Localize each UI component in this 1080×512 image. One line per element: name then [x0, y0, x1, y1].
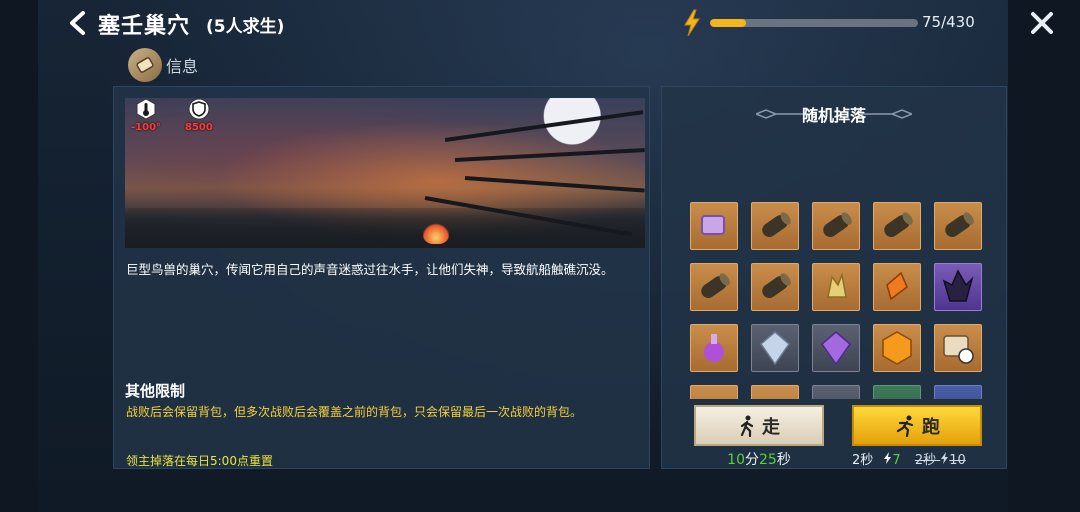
drop-item[interactable] — [751, 324, 799, 372]
item-icon — [936, 387, 980, 399]
amber-gem-icon — [882, 331, 912, 365]
wood-log-icon — [823, 212, 852, 238]
drop-item[interactable] — [873, 385, 921, 399]
drop-item[interactable] — [812, 324, 860, 372]
campfire — [423, 222, 449, 244]
chevron-left-icon — [70, 11, 85, 35]
drops-grid — [690, 202, 990, 399]
walk-label: 走 — [762, 416, 780, 438]
run-cost: 7 — [883, 452, 904, 468]
walk-minutes-unit: 分 — [745, 452, 759, 468]
walk-button[interactable]: 走 — [694, 405, 824, 446]
lightning-small-icon — [941, 452, 949, 464]
drop-item[interactable] — [812, 263, 860, 311]
run-old-cost: 2秒 10 — [914, 452, 966, 468]
drop-item[interactable] — [873, 202, 921, 250]
wood-log-icon — [762, 273, 791, 299]
drop-item[interactable] — [690, 385, 738, 399]
info-tab-label: 信息 — [166, 57, 199, 76]
silver-gem-icon — [759, 331, 791, 366]
drop-item[interactable] — [934, 263, 982, 311]
defense-value: 8500 — [185, 122, 213, 133]
drop-item[interactable] — [934, 385, 982, 399]
temperature-value: -100° — [131, 122, 162, 133]
shield-icon — [188, 98, 210, 120]
walking-icon — [740, 415, 754, 437]
running-icon — [896, 415, 914, 437]
dungeon-description: 巨型鸟兽的巢穴，传闻它用自己的声音迷惑过往水手，让他们失神，导致航船触礁沉没。 — [126, 262, 614, 277]
info-tab[interactable]: 信息 — [128, 48, 198, 82]
item-icon — [753, 387, 797, 399]
scene-ground — [125, 208, 645, 248]
dark-crystal-icon — [942, 269, 974, 302]
ornament-right-icon — [860, 109, 912, 119]
drop-item[interactable] — [873, 324, 921, 372]
item-icon — [692, 387, 736, 399]
scene-spike — [444, 110, 644, 142]
back-button[interactable] — [66, 10, 90, 36]
top-bar: 塞壬巢穴 (5人求生) 75/430 — [38, 0, 1053, 46]
page-subtitle: (5人求生) — [206, 17, 285, 37]
item-icon — [875, 387, 919, 399]
temperature-stat: -100° — [131, 98, 161, 133]
thermometer-icon — [136, 98, 156, 120]
drop-item[interactable] — [934, 324, 982, 372]
scene-spike — [454, 148, 645, 162]
run-label: 跑 — [922, 416, 940, 438]
wood-log-icon — [945, 212, 974, 238]
drop-item[interactable] — [934, 202, 982, 250]
drop-item[interactable] — [690, 324, 738, 372]
scroll-clock-icon — [943, 335, 974, 364]
drop-item[interactable] — [812, 202, 860, 250]
close-icon — [1031, 12, 1053, 34]
run-cost-value: 7 — [892, 453, 901, 468]
limits-title: 其他限制 — [125, 382, 186, 400]
page-title: 塞壬巢穴 — [98, 14, 191, 39]
drop-item[interactable] — [873, 263, 921, 311]
run-old-duration: 2秒 — [914, 453, 937, 468]
drop-item[interactable] — [751, 202, 799, 250]
amber-shard-icon — [886, 271, 908, 301]
drop-item[interactable] — [690, 202, 738, 250]
limits-text: 战败后会保留背包，但多次战败后会覆盖之前的背包，只会保留最后一次战败的背包。 — [126, 405, 583, 419]
scroll-icon — [128, 48, 162, 82]
energy-bar — [710, 19, 918, 27]
run-duration: 2秒 — [852, 453, 874, 468]
wood-log-icon — [884, 212, 913, 238]
dungeon-info-panel: -100° 8500 巨型鸟兽的巢穴，传闻它用自己的声音迷惑过往水手，让他们失神… — [113, 86, 650, 469]
drop-item[interactable] — [751, 385, 799, 399]
wood-log-icon — [762, 212, 791, 238]
drops-title: 随机掉落 — [801, 106, 866, 125]
lightning-icon — [682, 9, 702, 37]
run-cost-info: 2秒 7 2秒 10 — [852, 449, 966, 468]
purple-potion-icon — [704, 334, 724, 362]
walk-seconds-unit: 秒 — [776, 452, 791, 468]
walk-minutes: 10 — [727, 452, 745, 468]
right-edge — [1008, 0, 1080, 512]
drop-item[interactable] — [751, 263, 799, 311]
walk-seconds: 25 — [759, 452, 777, 468]
drop-item[interactable] — [690, 263, 738, 311]
close-button[interactable] — [1030, 11, 1054, 35]
energy-count: 75/430 — [922, 13, 975, 31]
purple-gem-icon — [820, 331, 852, 366]
run-old-cost-value: 10 — [949, 453, 966, 468]
walk-duration: 10分25秒 — [694, 449, 824, 469]
purple-scroll-icon — [701, 215, 725, 235]
drop-item[interactable] — [812, 385, 860, 399]
defense-stat: 8500 — [185, 98, 213, 133]
energy-bar-fill — [710, 19, 747, 27]
gold-crystal-icon — [827, 272, 847, 298]
wood-log-icon — [701, 273, 730, 299]
item-icon — [814, 387, 858, 399]
run-button[interactable]: 跑 — [852, 405, 982, 446]
scene-spike — [464, 176, 645, 193]
boss-reset-text: 领主掉落在每日5:00点重置 — [126, 454, 273, 468]
left-edge — [0, 0, 38, 512]
